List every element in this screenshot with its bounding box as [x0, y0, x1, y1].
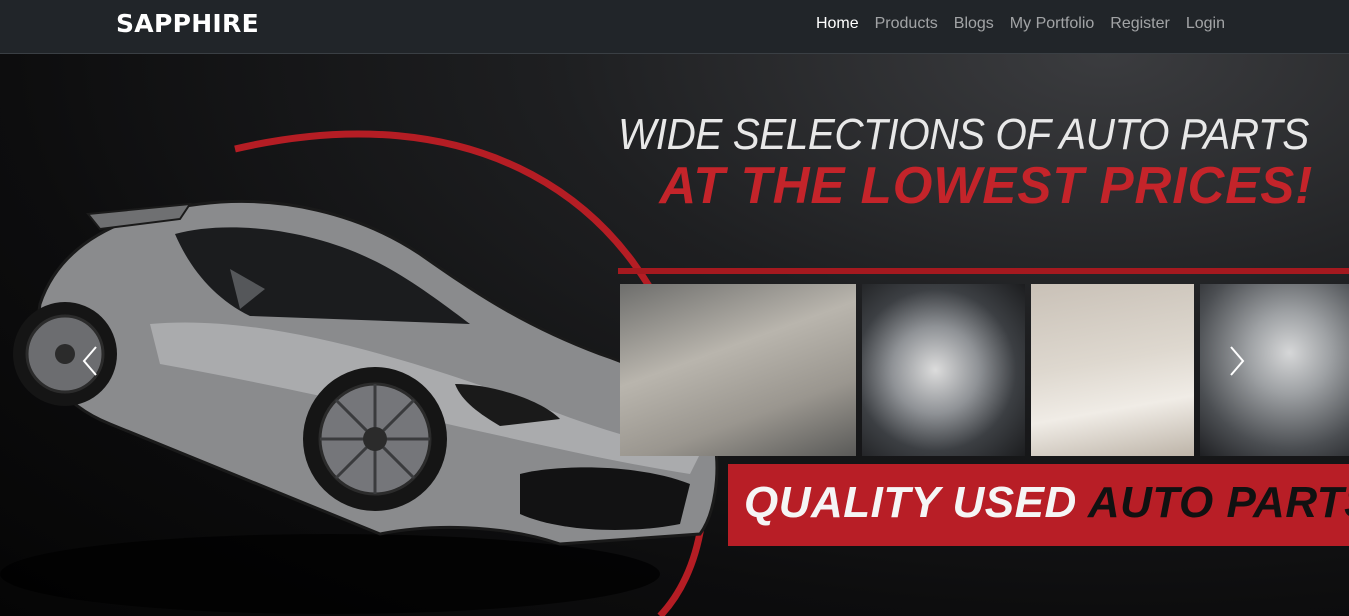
chevron-right-icon	[1230, 346, 1245, 376]
engine-image	[1200, 284, 1349, 456]
slide-subheadline: AT THE LOWEST PRICES!	[659, 157, 1313, 215]
nav-link-home[interactable]: Home	[816, 15, 859, 33]
nav-link-login[interactable]: Login	[1186, 15, 1225, 33]
brand-logo[interactable]: SAPPHIRE	[116, 9, 259, 38]
nav-link-blogs[interactable]: Blogs	[954, 15, 994, 33]
navbar: SAPPHIRE Home Products Blogs My Portfoli…	[0, 0, 1349, 54]
bumper-image	[1031, 284, 1194, 456]
alternator-image	[862, 284, 1025, 456]
banner-text-black: AUTO PARTS	[1087, 478, 1349, 527]
nav-link-my-portfolio[interactable]: My Portfolio	[1010, 15, 1094, 33]
nav-links: Home Products Blogs My Portfolio Registe…	[816, 15, 1225, 33]
divider	[618, 268, 1349, 274]
banner-text-white: QUALITY USED	[744, 478, 1077, 527]
chevron-left-icon	[82, 346, 97, 376]
banner-text: QUALITY USED AUTO PARTS	[744, 478, 1349, 528]
carousel-next-button[interactable]	[1227, 344, 1267, 384]
nav-link-register[interactable]: Register	[1110, 15, 1170, 33]
slide-headline: WIDE SELECTIONS OF AUTO PARTS	[618, 110, 1309, 159]
car-seat-image	[620, 284, 856, 456]
carousel-prev-button[interactable]	[80, 344, 120, 384]
nav-link-products[interactable]: Products	[875, 15, 938, 33]
hero-carousel: WIDE SELECTIONS OF AUTO PARTS AT THE LOW…	[0, 54, 1349, 616]
